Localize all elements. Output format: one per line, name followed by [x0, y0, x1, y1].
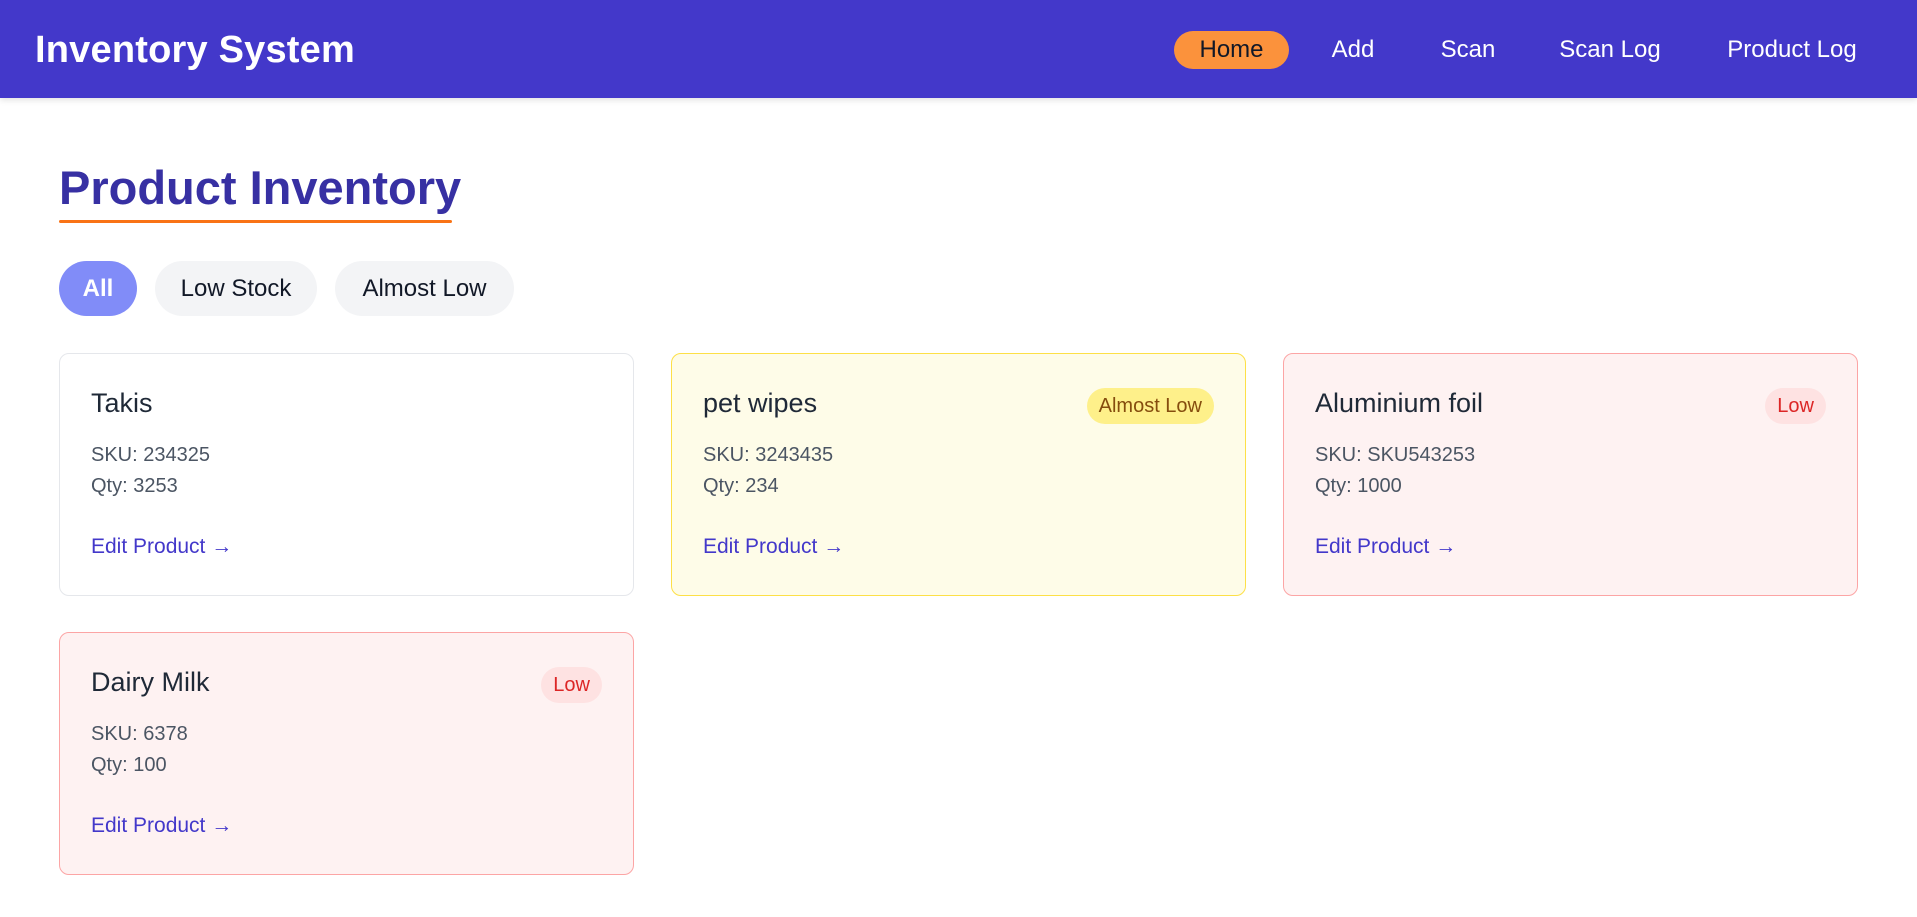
edit-product-link[interactable]: Edit Product →: [91, 535, 232, 559]
nav-scan-link[interactable]: Scan: [1426, 31, 1510, 69]
edit-product-link[interactable]: Edit Product →: [703, 535, 844, 559]
nav-add-link[interactable]: Add: [1318, 31, 1388, 69]
product-card: pet wipes Almost Low SKU: 3243435 Qty: 2…: [671, 353, 1246, 596]
product-quantity: Qty: 3253: [91, 475, 178, 497]
product-sku: SKU: SKU543253: [1315, 444, 1476, 466]
product-quantity: Qty: 100: [91, 754, 167, 776]
nav-product-log-link[interactable]: Product Log: [1716, 31, 1868, 69]
top-navbar: Inventory System Home Add Scan Scan Log …: [0, 0, 1917, 98]
product-sku: SKU: 6378: [91, 723, 188, 745]
product-name: pet wipes: [703, 388, 818, 418]
filter-almost-low-button[interactable]: Almost Low: [335, 261, 514, 316]
status-badge: Almost Low: [1086, 388, 1214, 424]
status-badge: Low: [1765, 388, 1826, 424]
page-title: Product Inventory: [59, 161, 462, 214]
nav-links: Home Add Scan Scan Log Product Log: [0, 0, 1917, 98]
filter-all-button[interactable]: All: [59, 261, 137, 316]
product-name: Takis: [91, 388, 153, 418]
nav-scan-log-link[interactable]: Scan Log: [1550, 31, 1670, 69]
edit-product-link[interactable]: Edit Product →: [1315, 535, 1456, 559]
product-sku: SKU: 3243435: [703, 444, 834, 466]
product-name: Dairy Milk: [91, 667, 210, 697]
product-card: Takis SKU: 234325 Qty: 3253 Edit Product…: [59, 353, 634, 596]
product-quantity: Qty: 234: [703, 475, 779, 497]
filter-low-stock-button[interactable]: Low Stock: [155, 261, 317, 316]
product-name: Aluminium foil: [1315, 388, 1484, 418]
status-badge: Low: [541, 667, 602, 703]
title-underline: [59, 220, 452, 223]
edit-product-link[interactable]: Edit Product →: [91, 814, 232, 838]
product-quantity: Qty: 1000: [1315, 475, 1402, 497]
nav-home-link[interactable]: Home: [1174, 31, 1289, 69]
product-sku: SKU: 234325: [91, 444, 210, 466]
product-card: Dairy Milk Low SKU: 6378 Qty: 100 Edit P…: [59, 632, 634, 875]
product-card: Aluminium foil Low SKU: SKU543253 Qty: 1…: [1283, 353, 1858, 596]
